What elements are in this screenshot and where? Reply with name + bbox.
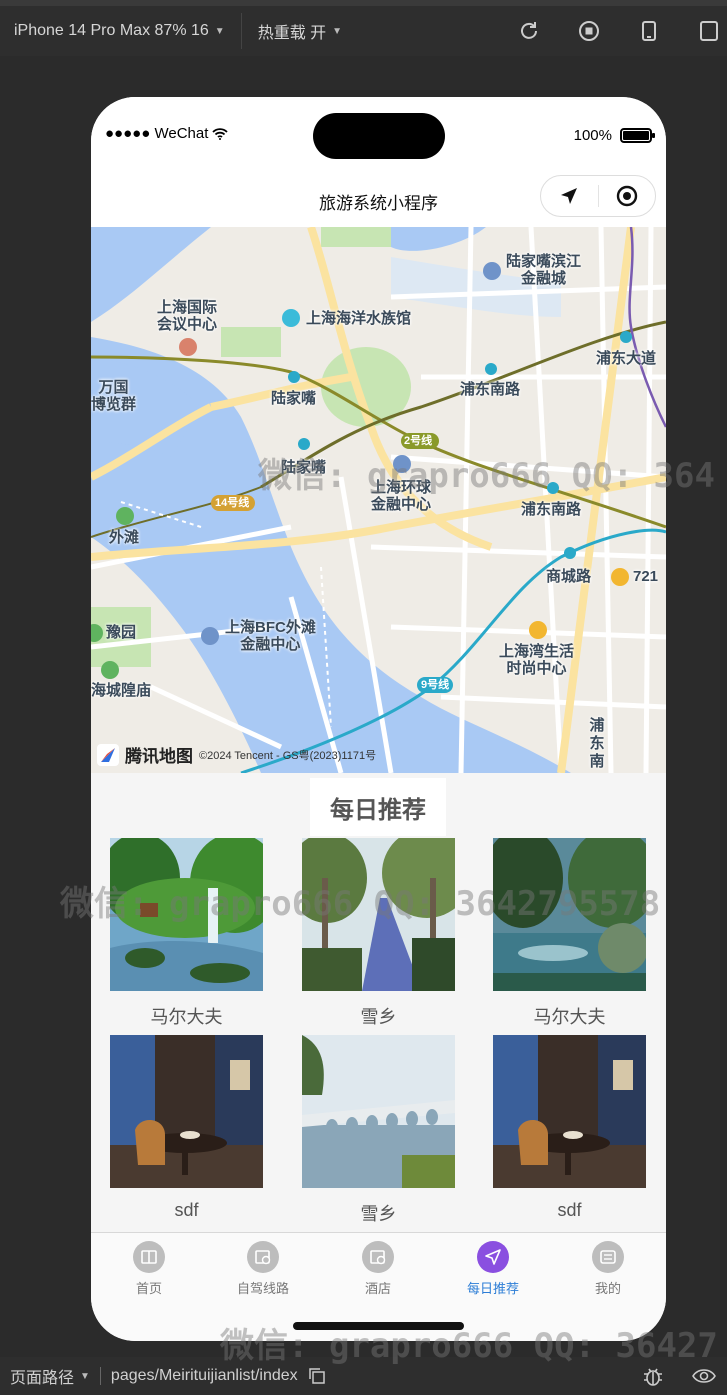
map-label: 浦东南 [589, 717, 605, 770]
recommendation-name: 马尔大夫 [533, 1007, 606, 1027]
recommendation-card[interactable]: sdf [110, 1035, 263, 1221]
miniprogram-capsule [540, 175, 656, 217]
section-title: 每日推荐 [310, 778, 446, 836]
refresh-icon[interactable] [517, 19, 541, 43]
tab-label: 酒店 [364, 1281, 391, 1296]
hotel-room-photo [110, 1035, 263, 1188]
recommendation-name: sdf [557, 1200, 582, 1220]
recommendation-name: 雪乡 [360, 1204, 397, 1224]
map-label: 上海海洋水族馆 [306, 310, 412, 327]
map-label: 上海国际 会议中心 [157, 299, 218, 333]
devtools-toolbar: iPhone 14 Pro Max 87% 16 ▼ 热重载 开 ▼ [0, 0, 727, 56]
recommendation-card[interactable]: sdf [493, 1035, 646, 1221]
target-icon [616, 185, 637, 207]
chevron-down-icon: ▼ [214, 25, 225, 37]
page-path: pages/Meirituijianlist/index [110, 1367, 298, 1384]
map-copyright: ©2024 Tencent - GS粤(2023)1171号 [199, 749, 377, 762]
device-selector[interactable]: iPhone 14 Pro Max 87% 16 ▼ [0, 22, 225, 40]
map-label: 721 [633, 568, 659, 585]
map-label: 外滩 [109, 529, 140, 546]
recommendation-name: 马尔大夫 [150, 1007, 223, 1027]
map-attribution: 腾讯地图 ©2024 Tencent - GS粤(2023)1171号 [97, 742, 376, 767]
chevron-down-icon: ▼ [80, 1370, 90, 1382]
map-label: 上海BFC外滩 金融中心 [225, 619, 316, 653]
tree-path-photo [302, 838, 455, 991]
hotel-room-photo [493, 1035, 646, 1188]
stop-icon[interactable] [577, 19, 601, 43]
page-path-bar: 页面路径 ▼ pages/Meirituijianlist/index [0, 1357, 727, 1395]
tab-hotel[interactable]: 酒店 [338, 1241, 418, 1297]
status-bar: ●●●●● WeChat 100% [91, 97, 666, 173]
close-miniprogram-button[interactable] [599, 185, 656, 207]
location-button[interactable] [541, 186, 598, 206]
book-icon [133, 1241, 165, 1273]
toolbar-divider [240, 13, 242, 49]
recommendation-name: sdf [174, 1200, 199, 1220]
map-label: 商城路 [546, 568, 592, 585]
battery-text: 100% [573, 127, 612, 144]
map-label: 上海湾生活 时尚中心 [499, 643, 575, 677]
bug-icon[interactable] [641, 1364, 665, 1388]
recommendation-card[interactable]: 雪乡 [302, 1035, 455, 1226]
tablet-preview-icon[interactable] [697, 19, 721, 43]
recommendation-card[interactable]: 马尔大夫 [493, 838, 646, 1029]
hot-reload-label: 热重载 开 [257, 25, 327, 42]
paper-plane-icon [477, 1241, 509, 1273]
map-label: 陆家嘴滨江 金融城 [506, 253, 582, 287]
map-label: 浦东南路 [521, 501, 582, 518]
metro-line-badge: 2号线 [404, 435, 433, 447]
map-label: 浦东南路 [460, 381, 521, 398]
tab-label: 首页 [135, 1281, 162, 1296]
map-label: 上海环球 金融中心 [371, 479, 432, 513]
map-brand: 腾讯地图 [125, 747, 193, 766]
tab-self-drive-routes[interactable]: 自驾线路 [223, 1241, 303, 1297]
page-path-label: 页面路径 [10, 1370, 75, 1387]
phone-simulator: ●●●●● WeChat 100% 旅游系统小程序 陆家嘴滨江 金融城 上海国际… [91, 97, 666, 1341]
copy-icon[interactable] [308, 1367, 326, 1385]
tab-label: 自驾线路 [236, 1281, 289, 1296]
tab-label: 每日推荐 [466, 1281, 519, 1296]
forest-stream-photo [493, 838, 646, 991]
map-label: 万国 博览群 [91, 379, 137, 413]
hot-reload-toggle[interactable]: 热重载 开 ▼ [258, 19, 342, 43]
metro-line-badge: 9号线 [421, 679, 450, 691]
device-label: iPhone 14 Pro Max 87% 16 [14, 22, 209, 39]
calendar-clock-icon [247, 1241, 279, 1273]
waterfall-photo [110, 838, 263, 991]
map-label: 豫园 [106, 624, 137, 641]
dynamic-island [313, 113, 445, 159]
navigation-bar: 旅游系统小程序 [91, 173, 666, 227]
navigation-arrow-icon [561, 188, 578, 204]
home-indicator [293, 1322, 464, 1330]
map-label: 浦东大道 [596, 350, 657, 367]
chevron-down-icon: ▼ [332, 25, 343, 37]
page-path-selector[interactable]: 页面路径 ▼ [0, 1364, 90, 1388]
map-view[interactable]: 陆家嘴滨江 金融城 上海国际 会议中心 上海海洋水族馆 浦东大道 万国 博览群 … [91, 227, 666, 773]
map-label: 海城隍庙 [91, 682, 152, 699]
tab-label: 我的 [594, 1281, 621, 1296]
recommendation-card[interactable]: 雪乡 [302, 838, 455, 1029]
recommendation-name: 雪乡 [360, 1007, 397, 1027]
calendar-clock-icon [362, 1241, 394, 1273]
metro-line-badge: 14号线 [215, 497, 250, 509]
recommendation-card[interactable]: 马尔大夫 [110, 838, 263, 1029]
tab-daily-recommend[interactable]: 每日推荐 [453, 1241, 533, 1297]
phone-preview-icon[interactable] [637, 19, 661, 43]
tencent-map-logo-icon [97, 743, 119, 766]
battery-icon [620, 128, 655, 143]
wifi-icon [212, 127, 229, 140]
map-label: 陆家嘴 [281, 459, 327, 476]
bridge-photo [302, 1035, 455, 1188]
carrier-text: ●●●●● WeChat [105, 125, 209, 142]
map-label: 陆家嘴 [271, 390, 317, 407]
eye-icon[interactable] [691, 1364, 717, 1388]
profile-card-icon [592, 1241, 624, 1273]
tab-home[interactable]: 首页 [109, 1241, 189, 1297]
tab-mine[interactable]: 我的 [568, 1241, 648, 1297]
